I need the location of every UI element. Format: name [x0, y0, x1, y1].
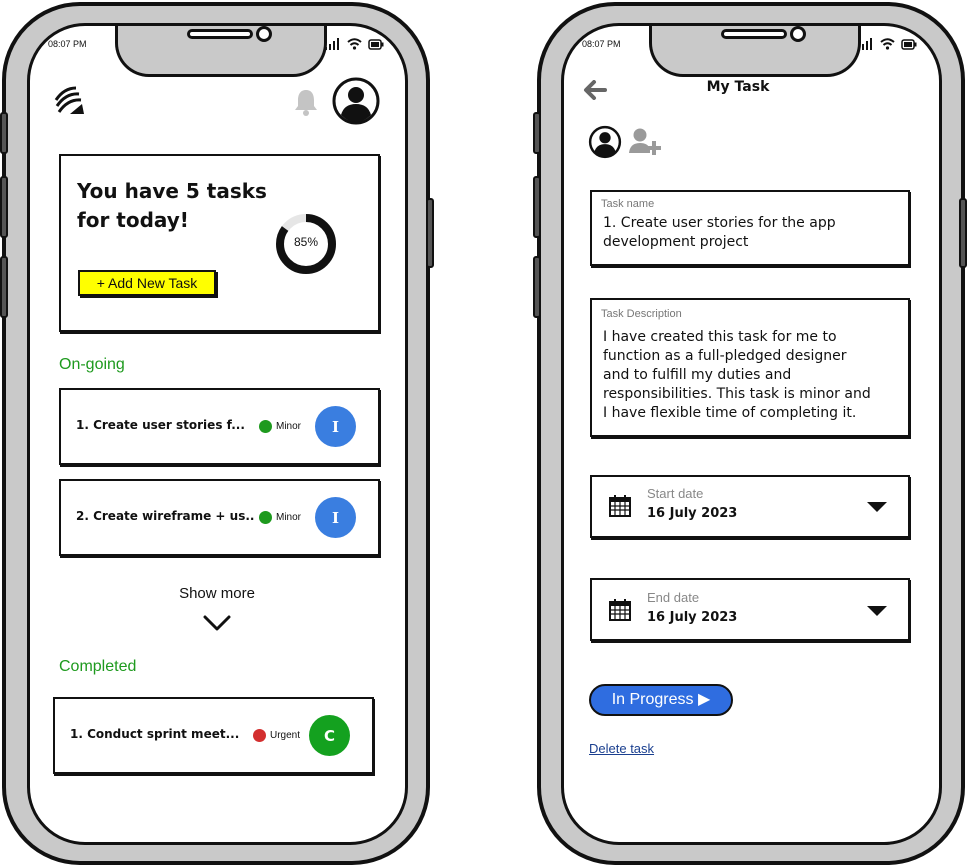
user-avatar-icon[interactable]: [588, 125, 622, 159]
task-name-value-line2: development project: [603, 234, 749, 250]
status-time: 08:07 PM: [48, 39, 87, 49]
right-phone-side-button-1: [533, 112, 541, 154]
battery-icon: [901, 39, 917, 50]
completed-task-priority-1: Urgent: [253, 729, 300, 742]
right-phone-power-button: [959, 198, 967, 268]
priority-label: Urgent: [270, 730, 301, 741]
ongoing-task-title-2: 2. Create wireframe + us..: [76, 509, 255, 523]
battery-icon: [368, 39, 384, 50]
user-avatar-icon[interactable]: [332, 77, 380, 125]
delete-task-link[interactable]: Delete task: [589, 741, 654, 756]
chevron-down-icon[interactable]: [867, 502, 887, 512]
left-speaker: [187, 29, 253, 39]
left-camera: [256, 26, 272, 42]
priority-dot: [253, 729, 266, 742]
task-description-label: Task Description: [601, 308, 682, 320]
summary-headline-line2: for today!: [77, 208, 189, 232]
status-icons: [325, 38, 384, 50]
priority-dot: [259, 420, 272, 433]
page-title: My Task: [706, 79, 770, 95]
task-description-line-1: I have created this task for me to: [603, 329, 837, 345]
left-phone-side-button-3: [0, 256, 8, 318]
arrow-left-icon[interactable]: [583, 80, 607, 100]
assignee-avatar-2[interactable]: I: [315, 497, 356, 538]
wifi-icon: [880, 38, 895, 50]
task-description-line-5: I have flexible time of completing it.: [603, 405, 857, 421]
calendar-icon: [609, 599, 631, 621]
left-phone-power-button: [426, 198, 434, 268]
end-date-value: 16 July 2023: [647, 610, 738, 625]
progress-label: 85%: [293, 235, 319, 249]
end-date-label: End date: [647, 590, 700, 605]
add-new-task-button[interactable]: + Add New Task: [78, 270, 216, 296]
start-date-value: 16 July 2023: [647, 506, 738, 521]
completed-task-title-1: 1. Conduct sprint meet...: [70, 727, 240, 741]
wing-logo-icon[interactable]: [54, 86, 86, 116]
right-speaker: [721, 29, 787, 39]
priority-label: Minor: [276, 512, 302, 523]
task-name-value-line1: 1. Create user stories for the app: [603, 215, 836, 231]
signal-icon: [858, 38, 872, 50]
ongoing-section-label: On-going: [59, 356, 125, 373]
calendar-icon: [609, 495, 631, 517]
ongoing-task-priority-1: Minor: [259, 420, 301, 433]
start-date-label: Start date: [647, 486, 704, 501]
summary-headline-line1: You have 5 tasks: [77, 179, 267, 203]
task-name-label: Task name: [601, 198, 655, 210]
priority-dot: [259, 511, 272, 524]
right-camera: [790, 26, 806, 42]
add-user-icon[interactable]: [628, 127, 664, 157]
status-time: 08:07 PM: [582, 39, 621, 49]
start-date-picker[interactable]: [590, 475, 910, 538]
right-phone-side-button-3: [533, 256, 541, 318]
ongoing-task-priority-2: Minor: [259, 511, 301, 524]
status-icons: [858, 38, 917, 50]
wifi-icon: [347, 38, 362, 50]
priority-label: Minor: [276, 421, 302, 432]
task-description-line-2: function as a full-pledged designer: [603, 348, 847, 364]
show-more-link[interactable]: Show more: [167, 585, 267, 602]
signal-icon: [325, 38, 339, 50]
bell-icon[interactable]: [294, 88, 318, 116]
task-description-line-3: and to fulfill my duties and: [603, 367, 792, 383]
left-phone-side-button-2: [0, 176, 8, 238]
completed-section-label: Completed: [59, 658, 137, 675]
status-in-progress-button[interactable]: In Progress ▶: [589, 684, 733, 716]
chevron-down-icon[interactable]: [203, 614, 231, 632]
left-phone-side-button-1: [0, 112, 8, 154]
right-phone-side-button-2: [533, 176, 541, 238]
chevron-down-icon[interactable]: [867, 606, 887, 616]
ongoing-task-title-1: 1. Create user stories f...: [76, 418, 245, 432]
end-date-picker[interactable]: [590, 578, 910, 641]
assignee-avatar-3[interactable]: C: [309, 715, 350, 756]
task-description-line-4: responsibilities. This task is minor and: [603, 386, 871, 402]
assignee-avatar-1[interactable]: I: [315, 406, 356, 447]
